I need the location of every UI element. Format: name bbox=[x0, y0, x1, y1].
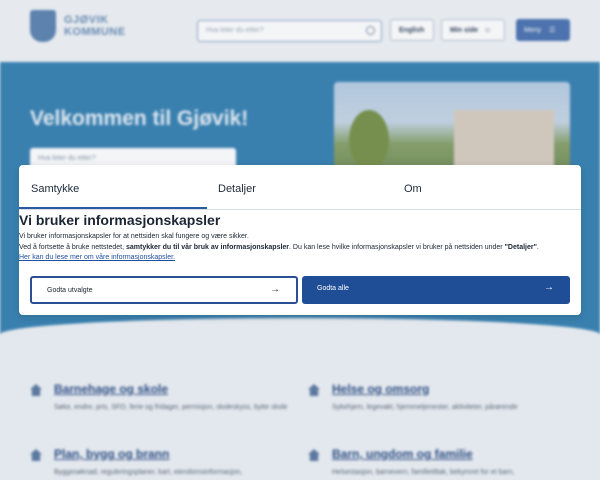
accept-selected-button[interactable]: Godta utvalgte → bbox=[30, 276, 298, 304]
cookie-info-link[interactable]: Her kan du lese mer om våre informasjons… bbox=[19, 254, 175, 261]
arrow-right-icon: → bbox=[544, 282, 554, 293]
active-tab-indicator bbox=[19, 207, 207, 209]
consent-line-2a: Ved å fortsette å bruke nettstedet, bbox=[19, 244, 127, 251]
consent-line-2c: . Du kan lese hvilke informasjonskapsler… bbox=[289, 244, 505, 251]
tab-samtykke[interactable]: Samtykke bbox=[31, 183, 79, 195]
consent-line-2e: . bbox=[536, 244, 539, 251]
accept-all-label: Godta alle bbox=[317, 285, 349, 292]
consent-title: Vi bruker informasjonskapsler bbox=[19, 212, 221, 228]
consent-line-2d: "Detaljer" bbox=[504, 244, 537, 251]
consent-tabs: Samtykke Detaljer Om bbox=[19, 165, 581, 210]
cookie-consent-dialog: Samtykke Detaljer Om Vi bruker informasj… bbox=[19, 165, 581, 315]
consent-line-2: Ved å fortsette å bruke nettstedet, samt… bbox=[19, 243, 539, 252]
consent-line-1: Vi bruker informasjonskapsler for at net… bbox=[19, 233, 249, 240]
consent-line-2b: samtykker du til vår bruk av informasjon… bbox=[126, 244, 290, 251]
accept-selected-label: Godta utvalgte bbox=[47, 287, 93, 294]
accept-all-button[interactable]: Godta alle → bbox=[302, 276, 570, 304]
tab-om[interactable]: Om bbox=[404, 183, 422, 195]
arrow-right-icon: → bbox=[270, 284, 280, 295]
tab-detaljer[interactable]: Detaljer bbox=[218, 183, 256, 195]
